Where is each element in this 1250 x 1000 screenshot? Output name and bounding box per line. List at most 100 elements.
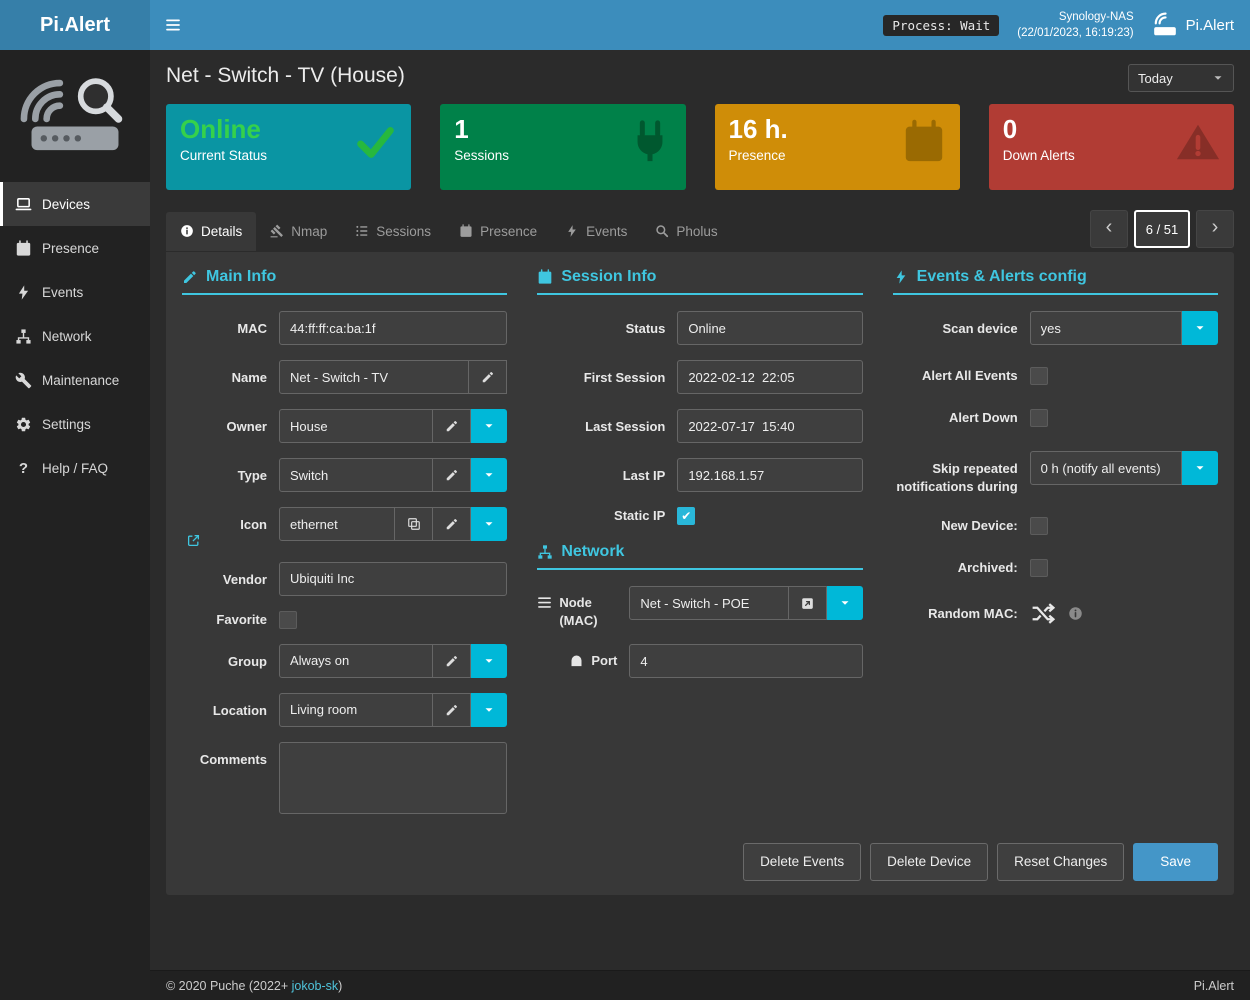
- field-random-mac: Random MAC:: [893, 601, 1218, 626]
- tab-label: Presence: [480, 224, 537, 239]
- alert-down-checkbox[interactable]: [1030, 409, 1048, 427]
- field-last-ip: Last IP: [537, 458, 862, 492]
- main-area: Net - Switch - TV (House) Today Online C…: [150, 50, 1250, 1000]
- copyright-text: © 2020 Puche (2022+: [166, 979, 292, 993]
- type-input[interactable]: [279, 458, 433, 492]
- new-device-label: New Device:: [893, 517, 1018, 535]
- name-input[interactable]: [279, 360, 469, 394]
- field-icon: Icon: [182, 507, 507, 547]
- events-alerts-heading: Events & Alerts config: [893, 268, 1218, 295]
- laptop-icon: [15, 196, 32, 213]
- last-ip-input[interactable]: [677, 458, 862, 492]
- port-input[interactable]: [629, 644, 862, 678]
- favorite-label: Favorite: [182, 611, 267, 629]
- box-arrow-icon: [800, 596, 815, 611]
- plug-icon: [627, 119, 673, 165]
- status-input[interactable]: [677, 311, 862, 345]
- question-icon: [15, 460, 32, 477]
- tab-presence[interactable]: Presence: [445, 212, 551, 251]
- section-title: Main Info: [206, 268, 276, 286]
- comments-textarea[interactable]: [279, 742, 507, 814]
- new-device-checkbox[interactable]: [1030, 517, 1048, 535]
- sidebar-item-settings[interactable]: Settings: [0, 402, 150, 446]
- group-dropdown-button[interactable]: [471, 644, 507, 678]
- section-title: Events & Alerts config: [917, 268, 1087, 286]
- node-open-button[interactable]: [789, 586, 827, 620]
- sidebar-item-help-faq[interactable]: Help / FAQ: [0, 446, 150, 490]
- sidebar: Devices Presence Events Network Maintena…: [0, 50, 150, 1000]
- sidebar-item-maintenance[interactable]: Maintenance: [0, 358, 150, 402]
- location-edit-button[interactable]: [433, 693, 471, 727]
- icon-input[interactable]: [279, 507, 395, 541]
- field-static-ip: Static IP: [537, 507, 862, 525]
- node-mac-input[interactable]: [629, 586, 788, 620]
- content: Net - Switch - TV (House) Today Online C…: [150, 50, 1250, 970]
- reset-changes-button[interactable]: Reset Changes: [997, 843, 1124, 881]
- next-device-button[interactable]: ›: [1196, 210, 1234, 248]
- type-dropdown-button[interactable]: [471, 458, 507, 492]
- field-port: Port: [537, 644, 862, 678]
- tab-events[interactable]: Events: [551, 212, 641, 251]
- jokob-sk-link[interactable]: jokob-sk: [292, 979, 339, 993]
- scan-device-dropdown-button[interactable]: [1182, 311, 1218, 345]
- sidebar-item-network[interactable]: Network: [0, 314, 150, 358]
- group-input[interactable]: [279, 644, 433, 678]
- tab-label: Sessions: [376, 224, 431, 239]
- tab-nmap[interactable]: Nmap: [256, 212, 341, 251]
- port-icon: [569, 653, 584, 668]
- scan-device-input[interactable]: [1030, 311, 1182, 345]
- alert-all-events-checkbox[interactable]: [1030, 367, 1048, 385]
- node-mac-label: Node (MAC): [537, 586, 617, 629]
- icon-dropdown-button[interactable]: [471, 507, 507, 541]
- brand-logo[interactable]: Pi.Alert: [0, 0, 150, 50]
- owner-input[interactable]: [279, 409, 433, 443]
- location-input[interactable]: [279, 693, 433, 727]
- skip-notifications-input[interactable]: [1030, 451, 1182, 485]
- vendor-input[interactable]: [279, 562, 507, 596]
- location-dropdown-button[interactable]: [471, 693, 507, 727]
- owner-dropdown-button[interactable]: [471, 409, 507, 443]
- topbar-main: Process: Wait Synology-NAS (22/01/2023, …: [150, 0, 1250, 50]
- bolt-icon: [565, 224, 579, 238]
- tab-sessions[interactable]: Sessions: [341, 212, 445, 251]
- node-dropdown-button[interactable]: [827, 586, 863, 620]
- name-edit-button[interactable]: [469, 360, 507, 394]
- last-session-input[interactable]: [677, 409, 862, 443]
- skip-notifications-dropdown-button[interactable]: [1182, 451, 1218, 485]
- delete-device-button[interactable]: Delete Device: [870, 843, 988, 881]
- icon-copy-button[interactable]: [395, 507, 433, 541]
- save-button[interactable]: Save: [1133, 843, 1218, 881]
- external-link-icon[interactable]: [187, 534, 200, 547]
- tabs-row: Details Nmap Sessions Presence Events: [166, 210, 1234, 252]
- sidebar-item-events[interactable]: Events: [0, 270, 150, 314]
- first-session-input[interactable]: [677, 360, 862, 394]
- sidebar-toggle-button[interactable]: [150, 0, 196, 50]
- type-edit-button[interactable]: [433, 458, 471, 492]
- sidebar-item-label: Devices: [42, 197, 90, 212]
- field-alert-all-events: Alert All Events: [893, 367, 1218, 385]
- sidebar-item-devices[interactable]: Devices: [0, 182, 150, 226]
- tab-label: Details: [201, 224, 242, 239]
- card-down-alerts: 0 Down Alerts: [989, 104, 1234, 190]
- period-select[interactable]: Today: [1128, 64, 1234, 92]
- mac-input[interactable]: [279, 311, 507, 345]
- static-ip-checkbox[interactable]: [677, 507, 695, 525]
- group-edit-button[interactable]: [433, 644, 471, 678]
- owner-edit-button[interactable]: [433, 409, 471, 443]
- sidebar-item-presence[interactable]: Presence: [0, 226, 150, 270]
- owner-label: Owner: [182, 409, 267, 443]
- favorite-checkbox[interactable]: [279, 611, 297, 629]
- tab-pholus[interactable]: Pholus: [641, 212, 731, 251]
- icon-edit-button[interactable]: [433, 507, 471, 541]
- main-info-section: Main Info MAC Name Owner: [182, 268, 507, 829]
- bolt-icon: [15, 284, 32, 301]
- calendar-icon: [901, 119, 947, 165]
- list-icon: [355, 224, 369, 238]
- field-location: Location: [182, 693, 507, 727]
- archived-checkbox[interactable]: [1030, 559, 1048, 577]
- field-type: Type: [182, 458, 507, 492]
- prev-device-button[interactable]: ‹: [1090, 210, 1128, 248]
- tab-details[interactable]: Details: [166, 212, 256, 251]
- delete-events-button[interactable]: Delete Events: [743, 843, 861, 881]
- sidebar-item-label: Settings: [42, 417, 91, 432]
